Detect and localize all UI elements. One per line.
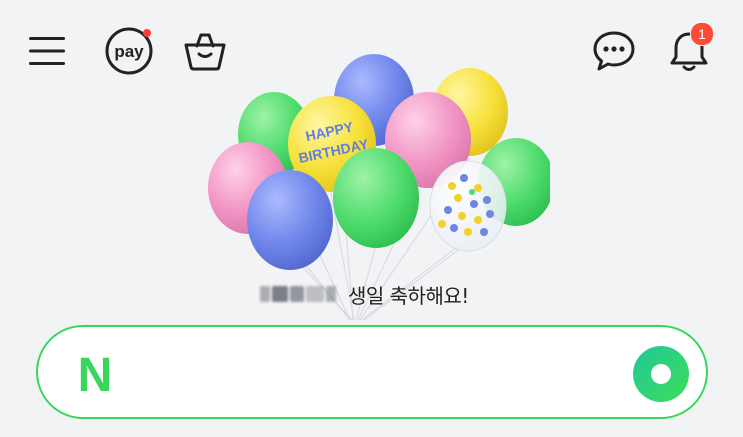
green-circle-search-icon bbox=[633, 346, 689, 402]
birthday-message-text: 생일 축하해요! bbox=[348, 283, 469, 308]
notification-badge: 1 bbox=[690, 22, 714, 46]
home-screen: pay 1 HAPPY BIRTHDAY 생일 축하해요! N bbox=[0, 0, 743, 437]
search-action-button[interactable] bbox=[632, 345, 690, 403]
birthday-message: 생일 축하해요! bbox=[260, 278, 469, 310]
chat-button[interactable] bbox=[589, 26, 639, 76]
naver-logo-letter: N bbox=[78, 351, 113, 397]
pay-new-dot bbox=[143, 29, 151, 37]
search-bar: N bbox=[36, 325, 708, 419]
pay-label: pay bbox=[114, 42, 144, 61]
blurred-username bbox=[260, 284, 338, 304]
menu-button[interactable] bbox=[22, 26, 72, 76]
pay-button[interactable]: pay bbox=[104, 26, 154, 76]
notification-button[interactable]: 1 bbox=[664, 22, 714, 76]
naver-logo[interactable]: N bbox=[70, 349, 120, 399]
hamburger-menu-icon bbox=[29, 37, 65, 65]
search-input[interactable] bbox=[134, 349, 628, 399]
chat-bubble-icon bbox=[593, 31, 635, 71]
